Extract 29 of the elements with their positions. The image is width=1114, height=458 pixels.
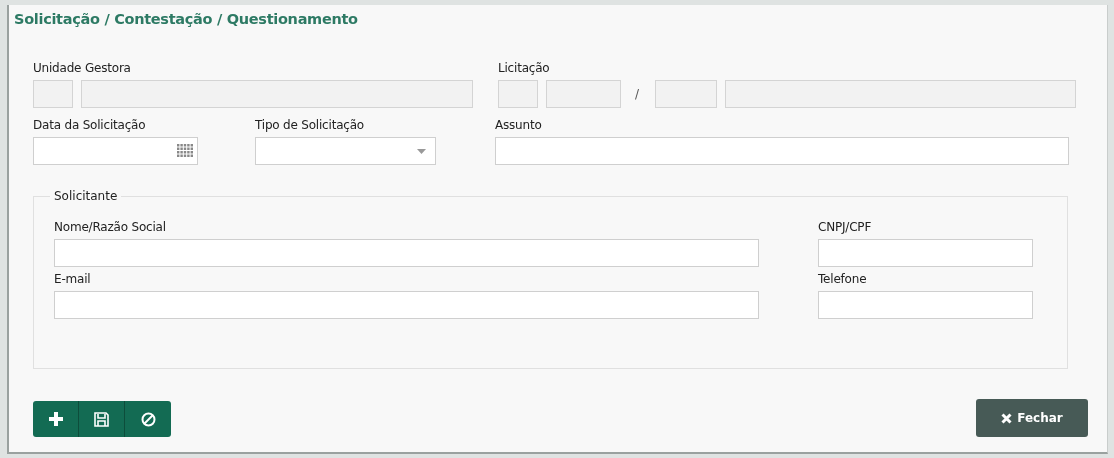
input-field[interactable]: [54, 291, 759, 319]
save-button[interactable]: [79, 401, 125, 437]
cancel-button[interactable]: [125, 401, 171, 437]
separator-text: /: [635, 87, 640, 101]
form-title: Solicitação / Contestação / Questionamento: [13, 10, 359, 29]
field-label: Assunto: [495, 119, 543, 132]
field-label: E-mail: [54, 273, 92, 286]
dropdown-arrow-icon: [417, 148, 426, 154]
field-label: Licitação: [498, 62, 551, 75]
field-label: Telefone: [818, 273, 868, 286]
cancel-icon: [140, 411, 156, 427]
input-field[interactable]: [54, 239, 759, 267]
input-field[interactable]: [495, 137, 1069, 165]
field-label: Nome/Razão Social: [54, 221, 167, 234]
calendar-icon: [177, 144, 194, 158]
close-icon: [1001, 412, 1013, 424]
input-field[interactable]: [818, 239, 1033, 267]
add-button[interactable]: [33, 401, 79, 437]
field-label: Unidade Gestora: [33, 62, 132, 75]
fieldset-legend: Solicitante: [50, 189, 122, 203]
dropdown-field[interactable]: [255, 137, 436, 165]
date-field[interactable]: [33, 137, 198, 165]
plus-icon: [48, 412, 63, 426]
input-field[interactable]: [818, 291, 1033, 319]
close-button[interactable]: Fechar: [976, 399, 1088, 437]
field-label: Tipo de Solicitação: [255, 119, 365, 132]
save-icon: [94, 411, 109, 427]
field-label: CNPJ/CPF: [818, 221, 873, 234]
field-label: Data da Solicitação: [33, 119, 147, 132]
